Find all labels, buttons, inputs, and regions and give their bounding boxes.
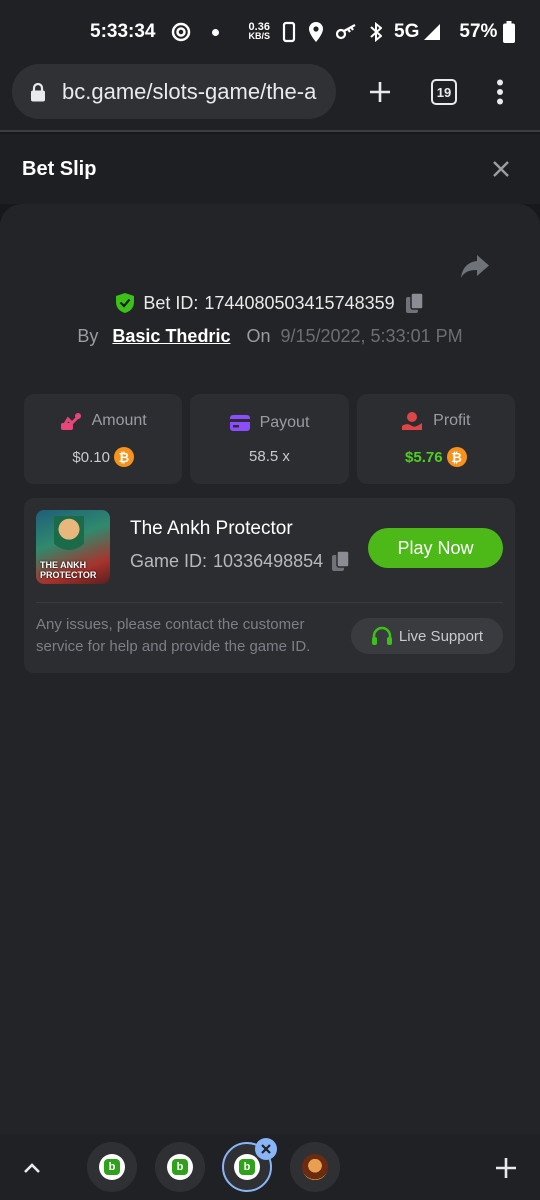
- tab-count: 19: [431, 79, 457, 105]
- game-name: The Ankh Protector: [130, 518, 293, 539]
- game-avatar-icon: [302, 1154, 328, 1180]
- bitcoin-icon: ₿: [446, 447, 467, 467]
- key-icon: [336, 24, 358, 40]
- bet-stats: Amount $0.10 ₿ Payout 58.5 x Profit $5.7…: [24, 394, 515, 484]
- plus-icon: [496, 1158, 516, 1178]
- close-button[interactable]: [488, 156, 514, 182]
- game-id-row: Game ID: 10336498854: [130, 550, 351, 572]
- live-support-label: Live Support: [398, 627, 484, 645]
- game-thumb-title-line2: PROTECTOR: [40, 570, 97, 580]
- network-type: 5G: [394, 21, 420, 42]
- support-help-text: Any issues, please contact the customer …: [36, 616, 311, 655]
- close-icon: [493, 161, 509, 177]
- payout-icon: [229, 414, 250, 431]
- tab-strip: b b b: [0, 1134, 540, 1200]
- tab-favicon[interactable]: b: [87, 1142, 137, 1192]
- more-vert-icon: [497, 79, 503, 105]
- logo-letter: b: [172, 1159, 188, 1175]
- shield-check-icon: [115, 292, 135, 314]
- game-thumb-title-line1: THE ANKH: [40, 560, 87, 570]
- sync-icon: [170, 21, 192, 43]
- profit-icon: [401, 411, 423, 431]
- amount-stat: Amount $0.10 ₿: [24, 394, 183, 484]
- net-speed: 0.36 KB/S: [248, 22, 271, 41]
- profit-label: Profit: [433, 412, 471, 429]
- logo-letter: b: [239, 1159, 255, 1175]
- bitcoin-icon: ₿: [113, 447, 134, 467]
- bet-slip-title: Bet Slip: [22, 157, 97, 180]
- bet-slip-header: Bet Slip: [0, 134, 540, 204]
- game-id-label: Game ID:: [130, 550, 208, 571]
- copy-icon: [332, 550, 350, 571]
- copy-game-id-button[interactable]: [331, 550, 351, 572]
- phone-icon: [282, 21, 296, 43]
- tab-switcher-button[interactable]: 19: [422, 70, 466, 114]
- chevron-up-icon: [24, 1163, 40, 1173]
- battery-icon: [503, 21, 516, 43]
- new-tab-button[interactable]: [358, 70, 402, 114]
- copy-icon: [405, 292, 424, 313]
- plus-icon: [370, 82, 390, 102]
- payout-stat: Payout 58.5 x: [190, 394, 349, 484]
- game-id-value: 10336498854: [213, 550, 324, 571]
- game-thumb-title: THE ANKH PROTECTOR: [40, 560, 96, 580]
- copy-bet-id-button[interactable]: [405, 292, 425, 314]
- lock-icon[interactable]: [30, 82, 46, 102]
- battery-percent: 57%: [459, 21, 498, 42]
- bc-game-logo-icon: b: [234, 1154, 260, 1180]
- game-thumbnail[interactable]: THE ANKH PROTECTOR: [36, 510, 110, 584]
- notification-dot-icon: [211, 28, 219, 36]
- profit-stat: Profit $5.76 ₿: [356, 394, 515, 484]
- bluetooth-icon: [370, 22, 383, 42]
- logo-letter: b: [104, 1159, 120, 1175]
- play-now-button[interactable]: Play Now: [368, 528, 503, 568]
- game-card: THE ANKH PROTECTOR The Ankh Protector Ga…: [24, 498, 515, 673]
- close-icon: [261, 1144, 271, 1154]
- amount-label: Amount: [91, 412, 147, 429]
- headset-icon: [371, 626, 393, 646]
- bet-slip-card: Bet ID: 1744080503415748359 By Basic The…: [0, 204, 540, 1134]
- bc-game-logo-icon: b: [99, 1154, 125, 1180]
- game-art: [54, 516, 84, 560]
- divider: [36, 602, 503, 603]
- status-bar: 5:33:34 0.36 KB/S 5G 57%: [0, 0, 540, 64]
- on-label: On: [246, 326, 271, 346]
- user-link[interactable]: Basic Thedric: [112, 326, 230, 347]
- address-bar[interactable]: bc.game/slots-game/the-a: [12, 64, 336, 119]
- bet-id-label: Bet ID:: [143, 292, 199, 313]
- payout-value: 58.5 x: [249, 447, 290, 465]
- live-support-button[interactable]: Live Support: [351, 618, 503, 654]
- profit-value: $5.76: [405, 448, 443, 466]
- bet-id-row: Bet ID: 1744080503415748359: [0, 292, 540, 314]
- amount-icon: [60, 411, 82, 431]
- share-button[interactable]: [460, 254, 492, 284]
- status-time: 5:33:34: [90, 21, 156, 42]
- net-speed-unit: KB/S: [248, 31, 271, 41]
- add-tab-button[interactable]: [490, 1152, 522, 1184]
- by-label: By: [77, 326, 99, 346]
- payout-label: Payout: [259, 413, 310, 431]
- bc-game-logo-icon: b: [167, 1154, 193, 1180]
- location-icon: [308, 21, 324, 43]
- menu-button[interactable]: [478, 70, 522, 114]
- signal-icon: [423, 23, 441, 41]
- share-icon: [461, 255, 489, 278]
- amount-value: $0.10: [72, 448, 110, 466]
- bet-date: 9/15/2022, 5:33:01 PM: [280, 326, 463, 346]
- expand-tabs-button[interactable]: [16, 1152, 48, 1184]
- browser-toolbar: bc.game/slots-game/the-a 19: [0, 64, 540, 132]
- url-text[interactable]: bc.game/slots-game/the-a: [62, 79, 316, 105]
- tab-favicon[interactable]: [290, 1142, 340, 1192]
- tab-favicon[interactable]: b: [155, 1142, 205, 1192]
- close-tab-button[interactable]: [255, 1138, 277, 1160]
- bet-meta-row: By Basic Thedric On 9/15/2022, 5:33:01 P…: [0, 326, 540, 347]
- bet-id-value: 1744080503415748359: [204, 292, 395, 313]
